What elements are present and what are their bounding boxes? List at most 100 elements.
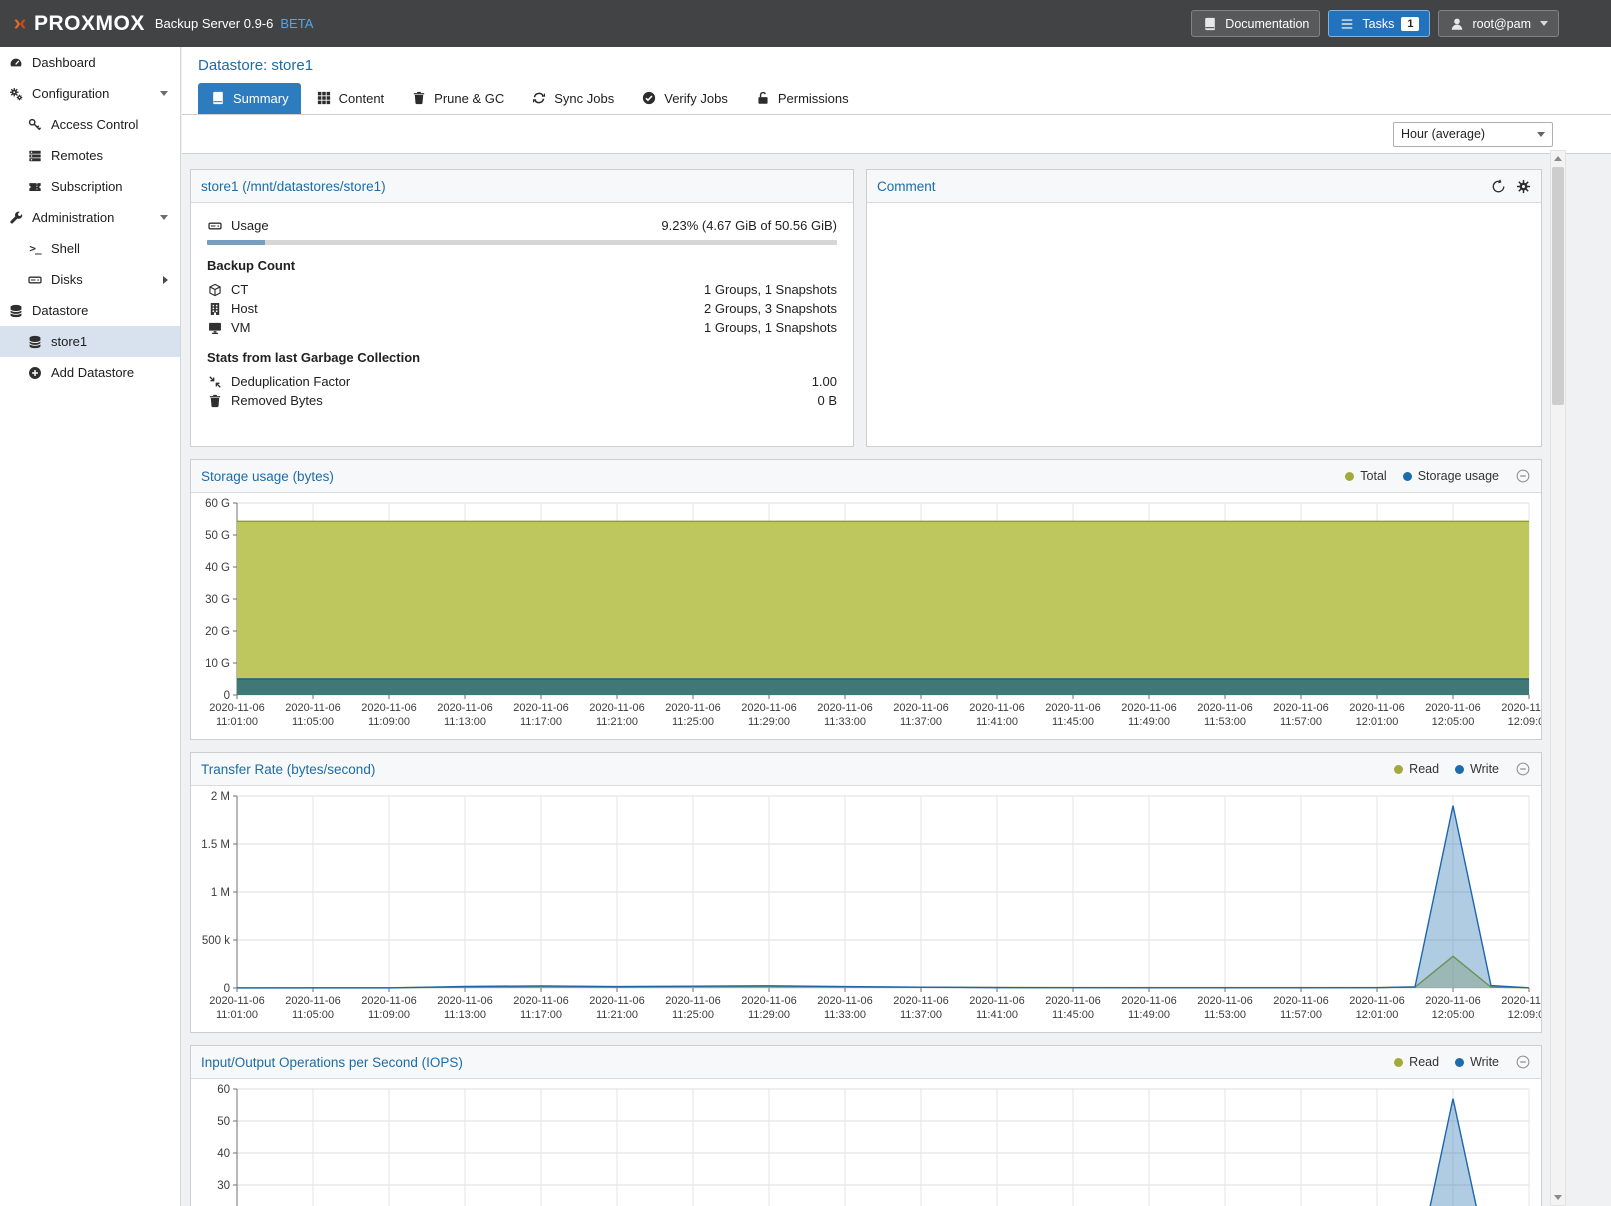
removed-bytes-row: Removed Bytes 0 B [207, 391, 837, 410]
database-icon [8, 303, 24, 319]
usage-progress-bar [207, 240, 837, 245]
panel-title: Transfer Rate (bytes/second) [201, 762, 375, 777]
tab-verify-jobs[interactable]: Verify Jobs [629, 83, 740, 114]
svg-text:11:13:00: 11:13:00 [444, 1009, 486, 1021]
wrench-icon [8, 210, 24, 226]
svg-text:0: 0 [224, 690, 230, 702]
sidebar-item-store1[interactable]: store1 [0, 326, 180, 357]
svg-text:11:17:00: 11:17:00 [520, 716, 562, 728]
product-title: Backup Server 0.9-6 [155, 16, 274, 31]
legend-dot [1345, 472, 1354, 481]
svg-text:2020-11-06: 2020-11-06 [893, 995, 948, 1007]
backup-count-title: Backup Count [207, 258, 837, 273]
tab-permissions[interactable]: Permissions [743, 83, 861, 114]
svg-text:11:33:00: 11:33:00 [824, 716, 866, 728]
legend-dot [1394, 1058, 1403, 1067]
scroll-up-button[interactable] [1551, 151, 1565, 166]
svg-text:2020-11-06: 2020-11-06 [1273, 702, 1328, 714]
svg-text:2020-11-06: 2020-11-06 [741, 702, 796, 714]
gear-icon[interactable] [1515, 178, 1531, 194]
building-icon [207, 301, 223, 317]
user-menu-button[interactable]: root@pam [1438, 10, 1559, 37]
svg-text:11:05:00: 11:05:00 [292, 1009, 334, 1021]
storage-usage-chart: 010 G20 G30 G40 G50 G60 G2020-11-0611:01… [191, 493, 1541, 739]
svg-text:11:29:00: 11:29:00 [748, 1009, 790, 1021]
scrollbar-thumb[interactable] [1552, 167, 1564, 405]
sidebar-item-datastore[interactable]: Datastore [0, 295, 180, 326]
sidebar-item-add-datastore[interactable]: Add Datastore [0, 357, 180, 388]
legend-item-storage-usage[interactable]: Storage usage [1403, 469, 1499, 483]
beta-link[interactable]: BETA [280, 16, 313, 31]
usage-row: Usage 9.23% (4.67 GiB of 50.56 GiB) [207, 216, 837, 235]
sidebar-item-remotes[interactable]: Remotes [0, 140, 180, 171]
svg-text:11:57:00: 11:57:00 [1280, 1009, 1322, 1021]
panel-title: Comment [877, 179, 936, 194]
legend-item-read[interactable]: Read [1394, 762, 1439, 776]
datastore-summary-panel: store1 (/mnt/datastores/store1) Usage 9.… [190, 169, 854, 447]
svg-text:11:53:00: 11:53:00 [1204, 1009, 1246, 1021]
sidebar-item-disks[interactable]: Disks [0, 264, 180, 295]
svg-text:2020-11-06: 2020-11-06 [437, 702, 492, 714]
svg-text:11:57:00: 11:57:00 [1280, 716, 1322, 728]
svg-text:2020-11-06: 2020-11-06 [437, 995, 492, 1007]
tab-content[interactable]: Content [304, 83, 397, 114]
collapse-caret-icon[interactable] [160, 91, 168, 96]
sidebar-item-dashboard[interactable]: Dashboard [0, 47, 180, 78]
tasks-button[interactable]: Tasks 1 [1328, 10, 1430, 37]
database-icon [27, 334, 43, 350]
svg-text:2020-11-06: 2020-11-06 [1425, 702, 1480, 714]
panel-title: store1 (/mnt/datastores/store1) [201, 179, 386, 194]
svg-text:30: 30 [217, 1180, 230, 1192]
vm-count-row: VM 1 Groups, 1 Snapshots [207, 318, 837, 337]
svg-text:2020-11-06: 2020-11-06 [513, 702, 568, 714]
sidebar-item-access-control[interactable]: Access Control [0, 109, 180, 140]
tab-prune-gc[interactable]: Prune & GC [399, 83, 516, 114]
timeframe-select[interactable]: Hour (average) [1393, 122, 1553, 147]
svg-text:2020-11-06: 2020-11-06 [1045, 702, 1100, 714]
compress-icon [207, 374, 223, 390]
svg-text:2020-11-06: 2020-11-06 [1121, 702, 1176, 714]
legend-item-write[interactable]: Write [1455, 1055, 1499, 1069]
top-header: PROXMOX Backup Server 0.9-6 BETA Documen… [0, 0, 1611, 47]
sidebar: Dashboard Configuration Access Control R… [0, 47, 181, 1206]
collapse-caret-icon[interactable] [160, 215, 168, 220]
sync-icon [531, 90, 547, 106]
collapse-icon[interactable] [1515, 1054, 1531, 1070]
legend-item-write[interactable]: Write [1455, 762, 1499, 776]
svg-text:2020-11-06: 2020-11-06 [285, 995, 340, 1007]
svg-text:12:05:00: 12:05:00 [1432, 716, 1475, 728]
tab-sync-jobs[interactable]: Sync Jobs [519, 83, 626, 114]
svg-text:30 G: 30 G [205, 594, 230, 606]
terminal-icon: >_ [27, 241, 43, 257]
expand-arrow-icon[interactable] [163, 276, 168, 284]
collapse-icon[interactable] [1515, 761, 1531, 777]
documentation-button[interactable]: Documentation [1191, 10, 1320, 37]
ticket-icon [27, 179, 43, 195]
tab-summary[interactable]: Summary [198, 83, 301, 114]
svg-text:2020-11-06: 2020-11-06 [209, 702, 264, 714]
gc-stats-title: Stats from last Garbage Collection [207, 350, 837, 365]
scroll-down-button[interactable] [1551, 1190, 1565, 1205]
legend-item-total[interactable]: Total [1345, 469, 1386, 483]
comment-body[interactable] [867, 203, 1541, 229]
book-icon [210, 90, 226, 106]
sidebar-item-administration[interactable]: Administration [0, 202, 180, 233]
transfer-rate-panel: Transfer Rate (bytes/second) Read Write … [190, 752, 1542, 1033]
vertical-scrollbar[interactable] [1550, 150, 1566, 1206]
svg-text:1.5 M: 1.5 M [201, 839, 230, 851]
user-icon [1449, 16, 1465, 32]
refresh-icon[interactable] [1490, 178, 1506, 194]
legend-item-read[interactable]: Read [1394, 1055, 1439, 1069]
svg-text:12:05:00: 12:05:00 [1432, 1009, 1475, 1021]
collapse-icon[interactable] [1515, 468, 1531, 484]
sidebar-item-configuration[interactable]: Configuration [0, 78, 180, 109]
svg-text:2020-11-06: 2020-11-06 [1349, 702, 1404, 714]
svg-text:11:21:00: 11:21:00 [596, 716, 638, 728]
svg-text:2020-11-06: 2020-11-06 [969, 995, 1024, 1007]
legend-dot [1394, 765, 1403, 774]
sidebar-item-subscription[interactable]: Subscription [0, 171, 180, 202]
svg-text:40 G: 40 G [205, 562, 230, 574]
svg-text:2020-11-06: 2020-11-06 [817, 995, 872, 1007]
svg-text:11:25:00: 11:25:00 [672, 716, 714, 728]
sidebar-item-shell[interactable]: >_ Shell [0, 233, 180, 264]
